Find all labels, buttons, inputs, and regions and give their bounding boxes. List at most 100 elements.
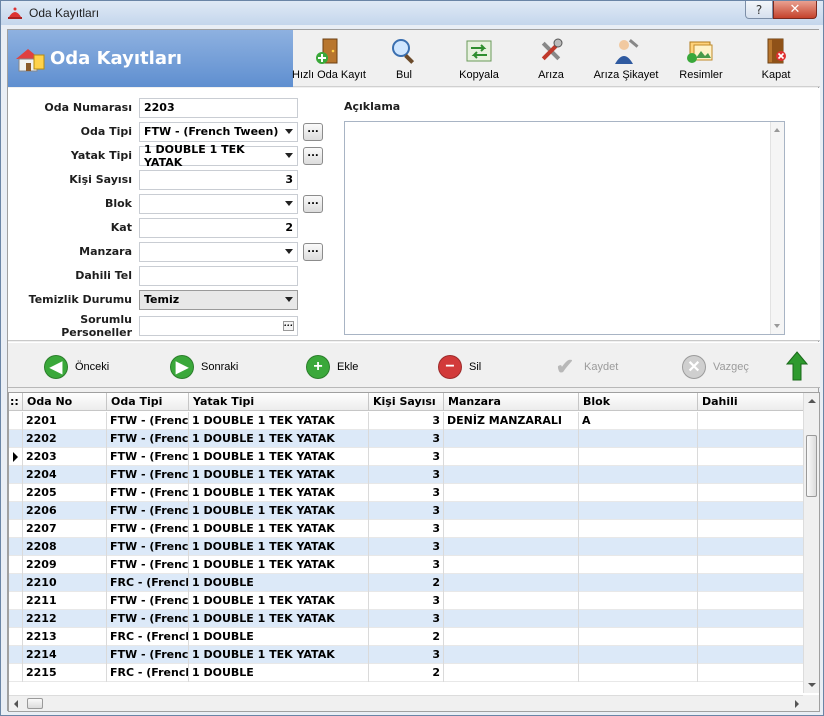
table-cell[interactable]: 2 [369, 574, 444, 592]
cleaning-status-select[interactable]: Temiz [139, 289, 298, 310]
table-cell[interactable]: 2210 [23, 574, 107, 592]
table-cell[interactable]: FRC - (French [107, 628, 189, 646]
table-cell[interactable]: 2204 [23, 466, 107, 484]
row-indicator[interactable] [9, 448, 23, 466]
row-indicator[interactable] [9, 574, 23, 592]
table-cell[interactable]: DENİZ MANZARALI [444, 412, 579, 430]
room-number-input[interactable]: 2203 [139, 97, 298, 118]
block-select[interactable] [139, 193, 298, 214]
staff-picker-button[interactable]: ... [283, 319, 294, 331]
column-header[interactable]: Dahili [698, 393, 804, 411]
table-cell[interactable] [579, 502, 698, 520]
scroll-thumb[interactable] [806, 435, 817, 497]
table-cell[interactable] [698, 520, 804, 538]
scroll-down-icon[interactable] [808, 683, 816, 687]
table-cell[interactable]: FTW - (French [107, 448, 189, 466]
table-cell[interactable] [698, 592, 804, 610]
table-cell[interactable]: 1 DOUBLE 1 TEK YATAK [189, 592, 369, 610]
table-cell[interactable] [444, 574, 579, 592]
row-indicator[interactable] [9, 412, 23, 430]
table-cell[interactable]: FRC - (French [107, 574, 189, 592]
scroll-up-icon[interactable] [774, 128, 780, 132]
table-cell[interactable] [579, 646, 698, 664]
table-cell[interactable] [444, 430, 579, 448]
table-row[interactable]: 2205 FTW - (French 1 DOUBLE 1 TEK YATAK 3 [9, 484, 804, 502]
table-cell[interactable]: 2201 [23, 412, 107, 430]
table-row[interactable]: 2210 FRC - (French 1 DOUBLE 2 [9, 574, 804, 592]
table-cell[interactable] [579, 574, 698, 592]
table-cell[interactable] [579, 610, 698, 628]
table-row[interactable]: 2212 FTW - (French 1 DOUBLE 1 TEK YATAK 3 [9, 610, 804, 628]
table-cell[interactable]: FTW - (French [107, 502, 189, 520]
table-row[interactable]: 2209 FTW - (French 1 DOUBLE 1 TEK YATAK 3 [9, 556, 804, 574]
table-cell[interactable]: 2202 [23, 430, 107, 448]
table-cell[interactable]: FTW - (French [107, 520, 189, 538]
description-scrollbar[interactable] [770, 122, 784, 334]
row-indicator[interactable] [9, 556, 23, 574]
table-cell[interactable]: 1 DOUBLE 1 TEK YATAK [189, 610, 369, 628]
table-row[interactable]: 2201 FTW - (French 1 DOUBLE 1 TEK YATAK 3 DE… [9, 412, 804, 430]
pictures-button[interactable]: Resimler [665, 30, 737, 87]
table-cell[interactable]: 2212 [23, 610, 107, 628]
table-cell[interactable] [444, 628, 579, 646]
column-header[interactable]: Yatak Tipi [189, 393, 369, 411]
table-row[interactable]: 2202 FTW - (French 1 DOUBLE 1 TEK YATAK 3 [9, 430, 804, 448]
table-cell[interactable]: 2214 [23, 646, 107, 664]
title-bar[interactable]: Oda Kayıtları ? ✕ [1, 1, 823, 25]
column-header[interactable]: Manzara [444, 393, 579, 411]
previous-button[interactable]: ◀ Önceki [44, 355, 109, 379]
table-cell[interactable]: 2209 [23, 556, 107, 574]
table-cell[interactable]: FTW - (French [107, 466, 189, 484]
table-cell[interactable]: 1 DOUBLE 1 TEK YATAK [189, 520, 369, 538]
save-button[interactable]: ✔ Kaydet [553, 354, 618, 379]
table-cell[interactable]: 1 DOUBLE 1 TEK YATAK [189, 502, 369, 520]
table-cell[interactable] [444, 664, 579, 682]
table-cell[interactable]: 3 [369, 610, 444, 628]
table-cell[interactable] [579, 430, 698, 448]
grid-vertical-scrollbar[interactable] [803, 393, 819, 693]
table-cell[interactable]: FRC - (French [107, 664, 189, 682]
table-cell[interactable]: 2213 [23, 628, 107, 646]
table-cell[interactable]: 2208 [23, 538, 107, 556]
table-cell[interactable]: 3 [369, 430, 444, 448]
table-cell[interactable]: FTW - (French [107, 646, 189, 664]
person-count-input[interactable]: 3 [139, 169, 298, 190]
help-button[interactable]: ? [745, 1, 773, 19]
table-cell[interactable]: 3 [369, 538, 444, 556]
table-cell[interactable]: 1 DOUBLE 1 TEK YATAK [189, 646, 369, 664]
table-row[interactable]: 2211 FTW - (French 1 DOUBLE 1 TEK YATAK 3 [9, 592, 804, 610]
table-row[interactable]: 2214 FTW - (French 1 DOUBLE 1 TEK YATAK 3 [9, 646, 804, 664]
scroll-down-icon[interactable] [774, 324, 780, 328]
scroll-up-icon[interactable] [808, 399, 816, 403]
table-cell[interactable] [579, 448, 698, 466]
table-cell[interactable] [444, 556, 579, 574]
table-cell[interactable]: 2211 [23, 592, 107, 610]
view-lookup-button[interactable]: ... [303, 242, 323, 261]
row-indicator[interactable] [9, 484, 23, 502]
table-row[interactable]: 2203 FTW - (French 1 DOUBLE 1 TEK YATAK 3 [9, 448, 804, 466]
description-textarea[interactable] [344, 121, 785, 335]
table-cell[interactable]: FTW - (French [107, 430, 189, 448]
row-indicator[interactable] [9, 592, 23, 610]
table-cell[interactable] [698, 556, 804, 574]
table-cell[interactable] [698, 664, 804, 682]
table-cell[interactable] [444, 646, 579, 664]
table-cell[interactable]: 1 DOUBLE [189, 574, 369, 592]
table-cell[interactable]: FTW - (French [107, 592, 189, 610]
row-indicator[interactable] [9, 502, 23, 520]
table-row[interactable]: 2208 FTW - (French 1 DOUBLE 1 TEK YATAK 3 [9, 538, 804, 556]
table-cell[interactable]: 3 [369, 448, 444, 466]
table-cell[interactable]: 1 DOUBLE 1 TEK YATAK [189, 484, 369, 502]
table-cell[interactable]: FTW - (French [107, 556, 189, 574]
row-indicator[interactable] [9, 466, 23, 484]
close-button[interactable]: Kapat [737, 30, 815, 87]
table-cell[interactable]: 3 [369, 412, 444, 430]
row-indicator[interactable] [9, 538, 23, 556]
table-cell[interactable] [698, 412, 804, 430]
table-cell[interactable]: 3 [369, 592, 444, 610]
table-cell[interactable] [579, 592, 698, 610]
table-cell[interactable] [579, 466, 698, 484]
table-row[interactable]: 2215 FRC - (French 1 DOUBLE 2 [9, 664, 804, 682]
table-cell[interactable]: 1 DOUBLE 1 TEK YATAK [189, 430, 369, 448]
column-header[interactable]: Oda Tipi [107, 393, 189, 411]
